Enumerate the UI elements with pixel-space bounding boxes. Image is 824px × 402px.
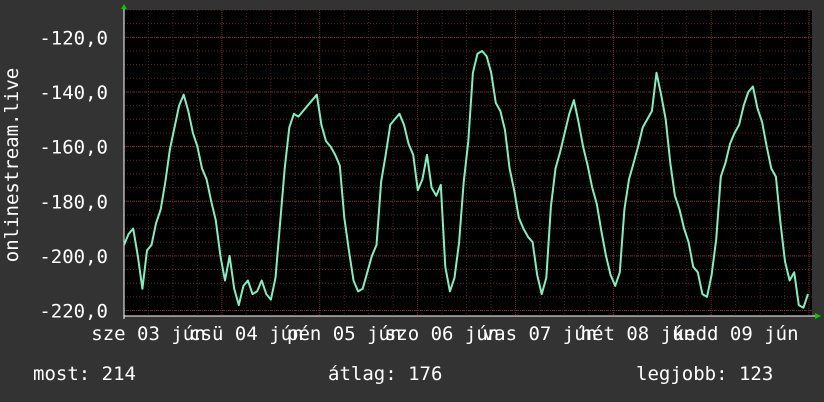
x-tick-labels: sze 03 júncsü 04 júnpén 05 júnszo 06 jún… [91, 323, 798, 345]
best-value: legjobb: 123 [636, 363, 774, 385]
y-tick-label: -180,0 [39, 191, 108, 213]
y-axis-label: onlinestream.live [1, 68, 23, 262]
y-tick-label: -120,0 [39, 27, 108, 49]
y-tick-label: -140,0 [39, 82, 108, 104]
y-axis-arrow [121, 4, 127, 9]
y-tick-label: -220,0 [39, 301, 108, 323]
line-chart: onlinestream.live -120,0 -140,0 -160,0 -180… [1, 4, 821, 345]
y-tick-label: -160,0 [39, 137, 108, 159]
average-value: átlag: 176 [328, 363, 443, 385]
current-value: most: 214 [33, 363, 136, 385]
x-axis-arrow [815, 313, 821, 319]
x-tick-label: kedd 09 jún [673, 323, 799, 345]
y-tick-label: -200,0 [39, 246, 108, 268]
y-tick-labels: -120,0 -140,0 -160,0 -180,0 -200,0 -220,0 [39, 27, 108, 322]
